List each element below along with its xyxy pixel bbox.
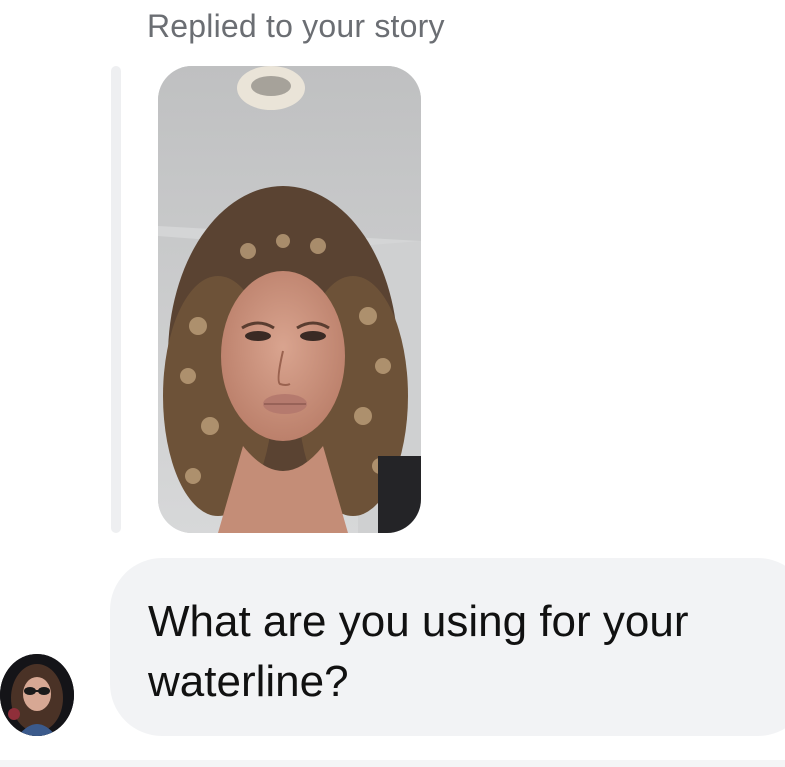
avatar-image [0, 654, 74, 736]
dm-thread: Replied to your story What are you using… [0, 0, 785, 767]
reply-caption: Replied to your story [147, 8, 445, 44]
sender-avatar[interactable] [0, 654, 74, 736]
message-bubble[interactable]: What are you using for your waterline? [110, 558, 785, 736]
reply-quote-bar [111, 66, 121, 533]
bottom-divider [0, 760, 785, 767]
message-text: What are you using for your waterline? [148, 597, 689, 706]
story-preview-image [158, 66, 421, 533]
story-preview-thumbnail[interactable] [158, 66, 421, 533]
